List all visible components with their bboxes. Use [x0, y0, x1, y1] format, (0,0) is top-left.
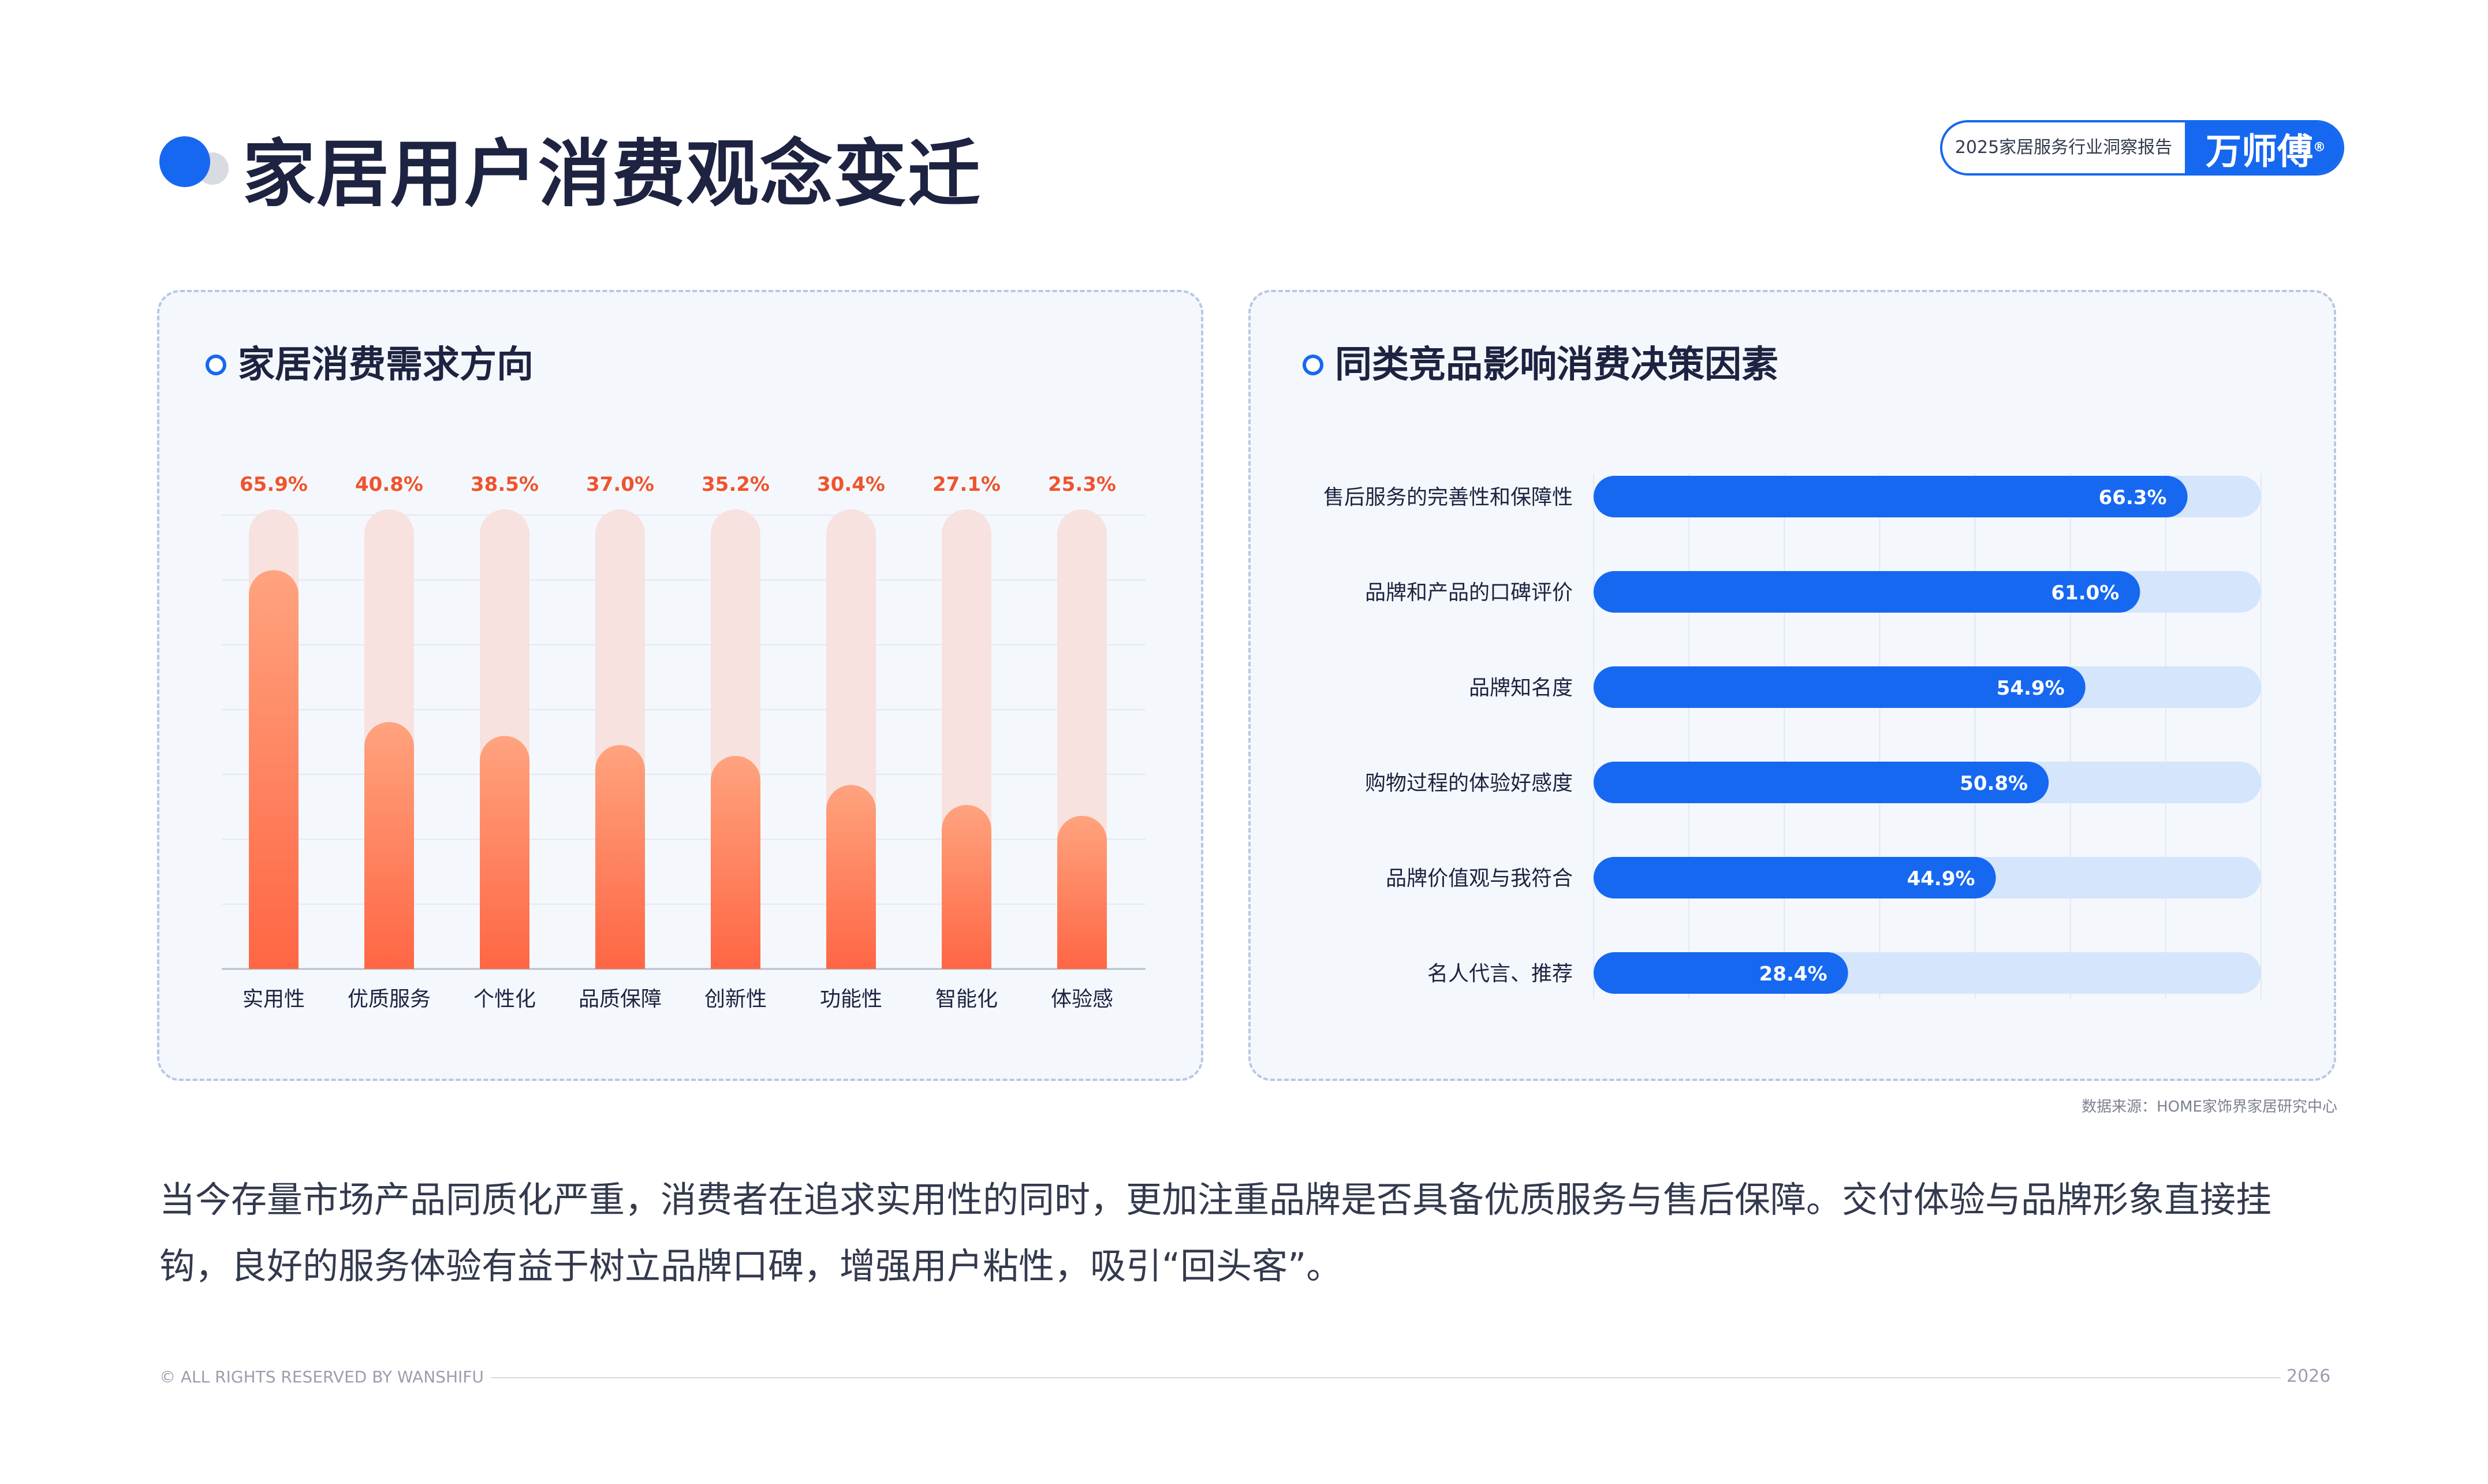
panel-title-dot [206, 355, 226, 375]
report-badge: 2025家居服务行业洞察报告 万师傅® [1940, 120, 2344, 176]
bar-value-label: 28.4% [1759, 963, 1827, 986]
bar-智能化 [942, 804, 991, 969]
summary-paragraph: 当今存量市场产品同质化严重，消费者在追求实用性的同时，更加注重品牌是否具备优质服… [159, 1179, 2272, 1287]
footer-year: 2026 [2286, 1366, 2331, 1386]
decision-factor-chart: 66.3% 售后服务的完善性和保障性 61.0% 品牌和产品的口碑评价 54.9% 品牌知… [1323, 473, 2262, 999]
category-label: 功能性 [820, 987, 882, 1011]
bar-value-label: 25.3% [1048, 473, 1116, 496]
brand-logo: 万师傅® [2185, 122, 2342, 173]
panel-title-dot [1303, 355, 1323, 375]
category-label: 购物过程的体验好感度 [1365, 771, 1573, 795]
bar-创新性 [711, 756, 760, 969]
category-label: 优质服务 [348, 987, 431, 1011]
category-label: 品牌和产品的口碑评价 [1365, 581, 1573, 605]
footer-divider [491, 1377, 2281, 1378]
bar-value-label: 65.9% [240, 473, 308, 496]
bar-value-label: 37.0% [586, 473, 654, 496]
report-badge-text: 2025家居服务行业洞察报告 [1954, 137, 2173, 158]
bar-value-label: 30.4% [817, 473, 885, 496]
bar-value-label: 50.8% [1960, 772, 2028, 795]
category-label: 创新性 [704, 987, 767, 1011]
bar-value-label: 38.5% [471, 473, 539, 496]
bar-value-label: 54.9% [1997, 677, 2065, 700]
category-label: 智能化 [935, 987, 998, 1011]
category-label: 个性化 [473, 987, 536, 1011]
bar-value-label: 27.1% [932, 473, 1001, 496]
category-label: 售后服务的完善性和保障性 [1323, 486, 1573, 509]
brand-registered-mark: ® [2313, 140, 2326, 155]
bar-value-label: 61.0% [2051, 581, 2119, 605]
bar-value-label: 44.9% [1907, 867, 1975, 890]
category-label: 体验感 [1051, 987, 1113, 1011]
category-label: 品牌知名度 [1469, 676, 1573, 700]
bar-value-label: 66.3% [2099, 486, 2167, 509]
category-label: 品牌价值观与我符合 [1386, 867, 1573, 890]
footer-copyright: © ALL RIGHTS RESERVED BY WANSHIFU [159, 1367, 484, 1386]
bar-value-label: 40.8% [355, 473, 423, 496]
decision-factor-title: 同类竞品影响消费决策因素 [1335, 344, 1778, 386]
title-dot-blue [159, 136, 210, 187]
bar-实用性 [249, 570, 299, 969]
demand-direction-title: 家居消费需求方向 [238, 344, 534, 386]
demand-direction-chart: 65.9% 实用性 40.8% 优质服务 38.5% 个性化 37.0% 品质保障 35.2% 创… [222, 473, 1146, 1011]
bar-品质保障 [595, 745, 645, 969]
bar-个性化 [480, 736, 529, 969]
bar-功能性 [826, 785, 876, 969]
bar-优质服务 [364, 722, 414, 969]
category-label: 名人代言、推荐 [1427, 962, 1573, 986]
page-title: 家居用户消费观念变迁 [243, 132, 982, 217]
brand-name: 万师傅 [2205, 130, 2313, 173]
category-label: 品质保障 [579, 987, 662, 1011]
data-source-note: 数据来源：HOME家饰界家居研究中心 [2082, 1098, 2337, 1116]
bar-体验感 [1057, 815, 1107, 969]
bar-value-label: 35.2% [702, 473, 770, 496]
category-label: 实用性 [243, 987, 305, 1011]
